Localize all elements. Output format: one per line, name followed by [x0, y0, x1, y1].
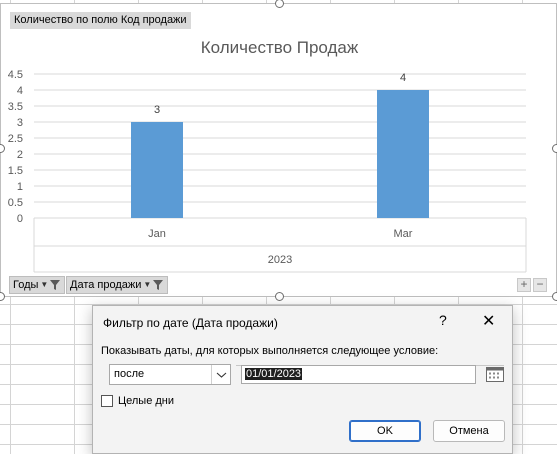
y-tick-label: 0.5 — [8, 197, 23, 209]
cancel-button[interactable]: Отмена — [433, 420, 505, 442]
date-input-value: 01/01/2023 — [245, 368, 303, 380]
y-tick-label: 4.5 — [8, 69, 23, 81]
y-tick-label: 1.5 — [8, 165, 23, 177]
x-tick-label: Mar — [394, 228, 413, 240]
close-icon[interactable]: ✕ — [482, 311, 495, 331]
collapse-field-button[interactable]: − — [533, 278, 547, 292]
whole-days-checkbox[interactable] — [101, 395, 113, 407]
expand-field-button[interactable]: + — [517, 278, 531, 292]
filter-button-sale-date-label: Дата продажи — [70, 279, 142, 291]
date-input[interactable]: 01/01/2023 — [241, 365, 476, 384]
calendar-icon[interactable] — [485, 365, 505, 383]
funnel-icon — [50, 280, 61, 290]
x-tick-label: Jan — [148, 228, 166, 240]
dropdown-arrow-icon: ▼ — [143, 280, 152, 289]
funnel-icon — [153, 280, 164, 290]
resize-handle-bottom[interactable] — [275, 292, 284, 301]
resize-handle-right[interactable] — [552, 144, 557, 153]
bar — [131, 122, 183, 218]
whole-days-option[interactable]: Целые дни — [101, 395, 174, 407]
data-label: 4 — [400, 72, 406, 84]
chart-plot-area: 0 0.5 1 1.5 2 2.5 3 3.5 4 4.5 3 Jan 4 Mar 2023 — [8, 69, 527, 273]
filter-button-years[interactable]: Годы ▼ — [9, 276, 66, 294]
filter-button-sale-date[interactable]: Дата продажи ▼ — [66, 276, 169, 294]
dropdown-arrow-icon: ▼ — [40, 280, 49, 289]
ok-button[interactable]: OK — [349, 420, 421, 442]
date-filter-dialog: Фильтр по дате (Дата продажи) ? ✕ Показы… — [92, 305, 513, 454]
y-tick-label: 0 — [17, 213, 23, 225]
whole-days-label: Целые дни — [118, 395, 175, 407]
help-icon[interactable]: ? — [439, 312, 447, 328]
y-tick-label: 1 — [17, 181, 23, 193]
y-tick-label: 2.5 — [8, 133, 23, 145]
chevron-down-icon[interactable] — [211, 365, 230, 384]
condition-prompt: Показывать даты, для которых выполняется… — [101, 345, 439, 357]
y-tick-label: 3 — [17, 117, 23, 129]
condition-select[interactable]: после — [109, 364, 231, 385]
dialog-title: Фильтр по дате (Дата продажи) — [103, 316, 278, 330]
y-tick-label: 4 — [17, 85, 23, 97]
pivot-chart[interactable]: Количество по полю Код продажи Количеств… — [0, 3, 557, 297]
data-label: 3 — [154, 104, 160, 116]
y-tick-label: 3.5 — [8, 101, 23, 113]
filter-button-years-label: Годы — [13, 279, 39, 291]
bar — [377, 90, 429, 218]
condition-select-value: после — [114, 368, 145, 380]
x-group-label: 2023 — [268, 254, 292, 266]
resize-handle-bottom-right[interactable] — [552, 292, 557, 301]
y-tick-label: 2 — [17, 149, 23, 161]
